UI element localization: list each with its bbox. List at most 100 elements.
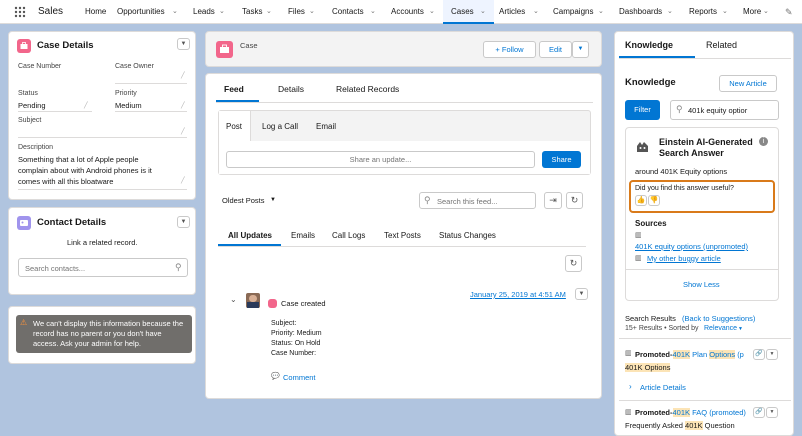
result-sub-pre: Frequently Asked	[625, 421, 683, 430]
chevron-down-icon[interactable]: ⌄	[763, 0, 769, 24]
collapse-chevron-icon[interactable]: ⌄	[230, 295, 237, 304]
chevron-down-icon[interactable]: ⌄	[172, 0, 178, 24]
chevron-down-icon[interactable]: ⌄	[480, 0, 486, 24]
tab-knowledge[interactable]: Knowledge	[625, 40, 673, 50]
app-launcher-icon[interactable]	[14, 6, 26, 18]
publisher: Post Log a Call Email Share an update...…	[218, 110, 591, 175]
tab-log-a-call[interactable]: Log a Call	[262, 122, 298, 131]
nav-opportunities[interactable]: Opportunities	[117, 0, 165, 24]
chevron-down-icon[interactable]: ⌄	[667, 0, 673, 24]
result-title[interactable]: Promoted-401K FAQ (promoted)	[635, 408, 746, 417]
back-to-suggestions-link[interactable]: (Back to Suggestions)	[682, 314, 755, 323]
sort-relevance[interactable]: Relevance	[704, 325, 737, 332]
tab-feed[interactable]: Feed	[224, 84, 244, 94]
info-icon[interactable]: i	[759, 137, 768, 146]
pencil-icon[interactable]: ╱	[181, 128, 185, 135]
tab-related-records[interactable]: Related Records	[336, 84, 399, 94]
result-title[interactable]: Promoted-401K Plan Options (p	[635, 350, 744, 359]
feed-card: Feed Details Related Records Post Log a …	[205, 73, 602, 399]
filter-text-posts[interactable]: Text Posts	[384, 231, 421, 240]
nav-cases[interactable]: Cases	[451, 0, 474, 24]
tab-details[interactable]: Details	[278, 84, 304, 94]
feed-item-title: Case created	[281, 299, 326, 308]
nav-files[interactable]: Files	[288, 0, 305, 24]
nav-leads[interactable]: Leads	[193, 0, 215, 24]
sort-dropdown[interactable]: Oldest Posts	[222, 196, 265, 205]
feedback-question: Did you find this answer useful?	[635, 185, 734, 192]
avatar[interactable]	[246, 293, 260, 308]
filter-button[interactable]: Filter	[625, 100, 660, 120]
chevron-down-icon[interactable]: ▼	[738, 326, 743, 332]
filter-call-logs[interactable]: Call Logs	[332, 231, 365, 240]
tab-email[interactable]: Email	[316, 122, 336, 131]
warning-text: record has no parent or you don't have	[33, 329, 162, 338]
chevron-down-icon[interactable]: ▼	[575, 288, 588, 300]
chevron-down-icon[interactable]: ⌄	[219, 0, 225, 24]
knowledge-title: Knowledge	[625, 77, 676, 88]
nav-dashboards[interactable]: Dashboards	[619, 0, 662, 24]
pencil-icon[interactable]: ╱	[181, 72, 185, 79]
new-article-button[interactable]: New Article	[719, 75, 777, 92]
priority-label: Priority	[115, 90, 137, 97]
chevron-down-icon[interactable]: ⌄	[533, 0, 539, 24]
filter-icon[interactable]: ⇥	[544, 192, 562, 209]
warning-icon: ⚠	[20, 318, 28, 327]
contact-search-input[interactable]: Search contacts... ⚲	[18, 258, 188, 277]
refresh-icon[interactable]: ↻	[566, 192, 583, 209]
source-link[interactable]: My other buggy article	[647, 254, 721, 263]
chevron-down-icon[interactable]: ▼	[766, 407, 778, 418]
global-nav: Sales Home Opportunities ⌄ Leads ⌄ Tasks…	[0, 0, 802, 24]
article-details-link[interactable]: Article Details	[640, 383, 686, 392]
nav-reports[interactable]: Reports	[689, 0, 717, 24]
nav-contacts[interactable]: Contacts	[332, 0, 364, 24]
tab-related[interactable]: Related	[706, 40, 737, 50]
nav-tasks[interactable]: Tasks	[242, 0, 262, 24]
chevron-down-icon[interactable]: ⌄	[370, 0, 376, 24]
feed-item-timestamp[interactable]: January 25, 2019 at 4:51 AM	[470, 290, 566, 299]
pencil-icon[interactable]: ╱	[181, 102, 185, 109]
thumbs-up-icon[interactable]: 👍	[635, 195, 647, 206]
nav-accounts[interactable]: Accounts	[391, 0, 424, 24]
filter-all-updates[interactable]: All Updates	[228, 231, 272, 240]
link-icon[interactable]: 🔗	[753, 407, 765, 418]
follow-button[interactable]: + Follow	[483, 41, 536, 58]
share-update-input[interactable]: Share an update...	[226, 151, 535, 168]
case-icon	[216, 41, 233, 58]
nav-articles[interactable]: Articles	[499, 0, 525, 24]
pencil-icon[interactable]: ✎	[785, 0, 793, 24]
chevron-down-icon[interactable]: ⌄	[309, 0, 315, 24]
chevron-down-icon[interactable]: ⌄	[429, 0, 435, 24]
nav-more[interactable]: More	[743, 0, 761, 24]
chevron-down-icon[interactable]: ▼	[766, 349, 778, 360]
article-icon: ▥	[625, 350, 632, 357]
filter-status-changes[interactable]: Status Changes	[439, 231, 496, 240]
share-button[interactable]: Share	[542, 151, 581, 168]
chevron-right-icon[interactable]: ›	[629, 382, 632, 391]
thumbs-down-icon[interactable]: 👎	[648, 195, 660, 206]
knowledge-search-input[interactable]: ⚲ 401k equity optior	[670, 100, 779, 120]
chevron-down-icon[interactable]: ⌄	[266, 0, 272, 24]
comment-link[interactable]: Comment	[283, 373, 316, 382]
comment-icon[interactable]: 💬	[271, 372, 280, 380]
nav-campaigns[interactable]: Campaigns	[553, 0, 593, 24]
chevron-down-icon[interactable]: ▼	[572, 41, 589, 58]
refresh-icon[interactable]: ↻	[565, 255, 582, 272]
show-less-link[interactable]: Show Less	[683, 280, 720, 289]
case-owner-label: Case Owner	[115, 63, 154, 70]
filter-emails[interactable]: Emails	[291, 231, 315, 240]
chevron-down-icon[interactable]: ⌄	[598, 0, 604, 24]
source-link[interactable]: 401K equity options (unpromoted)	[635, 242, 748, 251]
edit-button[interactable]: Edit	[539, 41, 572, 58]
tab-post[interactable]: Post	[226, 122, 242, 131]
link-icon[interactable]: 🔗	[753, 349, 765, 360]
chevron-down-icon[interactable]: ▼	[177, 38, 190, 50]
answer-text: around 401K Equity options	[635, 167, 728, 176]
chevron-down-icon[interactable]: ▼	[177, 216, 190, 228]
chevron-down-icon[interactable]: ⌄	[722, 0, 728, 24]
case-details-title: Case Details	[37, 40, 94, 51]
nav-home[interactable]: Home	[85, 0, 106, 24]
pencil-icon[interactable]: ╱	[181, 177, 185, 184]
pencil-icon[interactable]: ╱	[84, 102, 88, 109]
feed-search-input[interactable]: ⚲ Search this feed...	[419, 192, 536, 209]
chevron-down-icon[interactable]: ▼	[270, 197, 276, 203]
